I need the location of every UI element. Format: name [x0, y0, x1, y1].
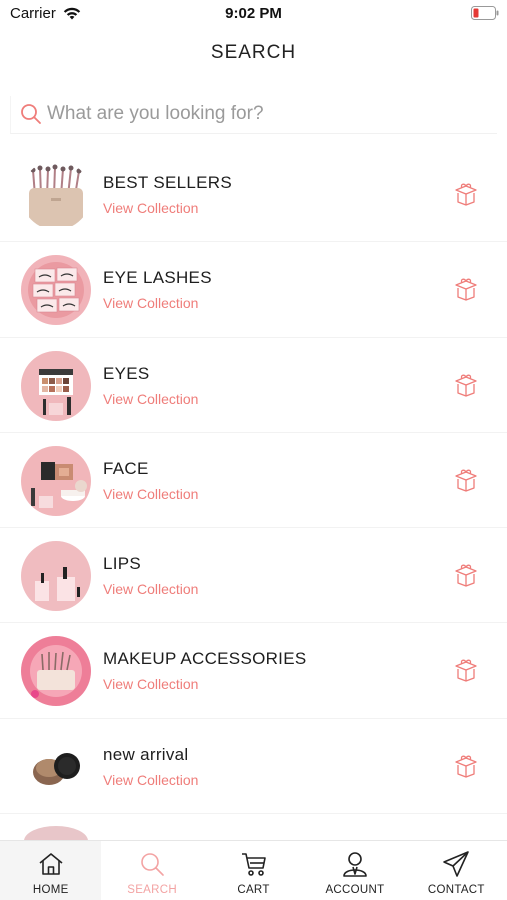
category-item-lips[interactable]: LIPS View Collection [0, 528, 507, 624]
gift-icon[interactable] [453, 657, 479, 683]
tab-label: ACCOUNT [325, 884, 385, 896]
gift-icon[interactable] [453, 562, 479, 588]
category-title: LIPS [103, 554, 142, 574]
view-collection-link[interactable]: View Collection [103, 486, 198, 502]
account-icon [343, 852, 367, 877]
category-list: BEST SELLERS View Collection EYE LASHES … [0, 147, 507, 815]
tab-cart[interactable]: CART [203, 841, 304, 900]
view-collection-link[interactable]: View Collection [103, 772, 198, 788]
page-title: SEARCH [210, 42, 297, 63]
view-collection-link[interactable]: View Collection [103, 581, 198, 597]
cart-icon [241, 853, 266, 876]
category-thumbnail [21, 445, 91, 516]
category-title: EYES [103, 363, 150, 383]
search-input[interactable] [47, 98, 487, 130]
gift-icon[interactable] [453, 467, 479, 493]
category-title: BEST SELLERS [103, 173, 232, 192]
category-thumbnail [21, 350, 91, 421]
view-collection-link[interactable]: View Collection [103, 295, 198, 311]
gift-icon[interactable] [453, 372, 479, 398]
send-icon [443, 851, 470, 877]
tab-account[interactable]: ACCOUNT [304, 841, 405, 900]
category-item-eyes[interactable]: EYES View Collection [0, 338, 507, 433]
category-item-new-arrival[interactable]: new arrival View Collection [0, 719, 507, 815]
view-collection-link[interactable]: View Collection [103, 391, 198, 407]
tab-label: SEARCH [127, 884, 177, 896]
tab-home[interactable]: HOME [0, 841, 102, 900]
category-item-face[interactable]: FACE View Collection [0, 433, 507, 529]
tab-label: CONTACT [427, 884, 485, 896]
view-collection-link[interactable]: View Collection [103, 676, 198, 692]
search-icon [21, 104, 41, 124]
tab-label: CART [237, 884, 270, 896]
category-thumbnail [21, 636, 91, 707]
category-thumbnail [21, 731, 91, 802]
home-icon [39, 853, 63, 875]
category-title: EYE LASHES [103, 268, 212, 288]
category-thumbnail [21, 160, 91, 230]
tab-label: HOME [32, 884, 69, 896]
category-title: MAKEUP ACCESSORIES [103, 649, 307, 669]
tab-bar: HOME SEARCH CART ACCOUNT CONTACT [0, 840, 507, 900]
search-icon [141, 853, 164, 876]
status-bar: Carrier 9:02 PM [0, 0, 507, 30]
view-collection-link[interactable]: View Collection [103, 200, 198, 216]
search-bar[interactable] [10, 96, 497, 134]
category-title: new arrival [103, 744, 189, 764]
category-thumbnail [21, 255, 91, 326]
category-item-eye-lashes[interactable]: EYE LASHES View Collection [0, 242, 507, 338]
gift-icon[interactable] [453, 181, 479, 207]
gift-icon[interactable] [453, 753, 479, 779]
tab-contact[interactable]: CONTACT [406, 841, 507, 900]
category-item-makeup-accessories[interactable]: MAKEUP ACCESSORIES View Collection [0, 623, 507, 719]
category-item-best-sellers[interactable]: BEST SELLERS View Collection [0, 147, 507, 243]
battery-icon [471, 6, 499, 20]
gift-icon[interactable] [453, 276, 479, 302]
category-title: FACE [103, 458, 149, 478]
clock: 9:02 PM [225, 5, 282, 22]
tab-search[interactable]: SEARCH [101, 841, 202, 900]
category-thumbnail [21, 541, 91, 612]
